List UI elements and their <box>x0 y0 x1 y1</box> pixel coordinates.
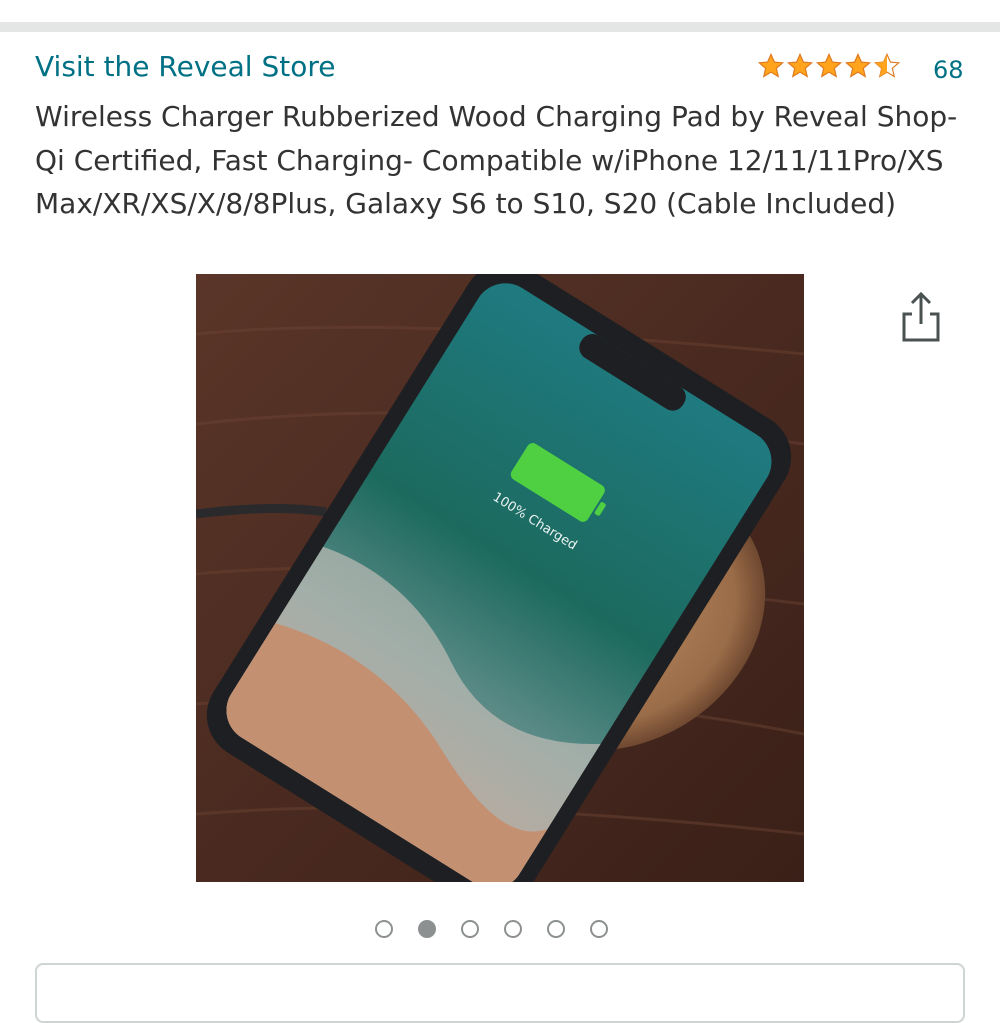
star-icon <box>815 52 843 78</box>
product-image[interactable]: 100% Charged <box>196 274 804 882</box>
pager-dot[interactable] <box>590 920 608 938</box>
pager-dot-active[interactable] <box>418 920 436 938</box>
share-icon <box>902 291 940 342</box>
star-half-icon <box>873 52 901 78</box>
star-rating[interactable] <box>757 52 901 80</box>
status-bar-area <box>0 0 1000 22</box>
star-icon <box>757 52 785 78</box>
share-button[interactable] <box>898 288 944 346</box>
pager-dot[interactable] <box>547 920 565 938</box>
star-icon <box>786 52 814 78</box>
image-pager[interactable] <box>375 920 608 938</box>
rating-count[interactable]: 68 <box>933 56 964 84</box>
visit-store-link[interactable]: Visit the Reveal Store <box>35 50 335 83</box>
pager-dot[interactable] <box>504 920 522 938</box>
section-divider <box>0 22 1000 32</box>
pager-dot[interactable] <box>461 920 479 938</box>
product-title: Wireless Charger Rubberized Wood Chargin… <box>35 100 958 220</box>
star-icon <box>844 52 872 78</box>
bottom-panel[interactable] <box>35 963 965 1023</box>
pager-dot[interactable] <box>375 920 393 938</box>
